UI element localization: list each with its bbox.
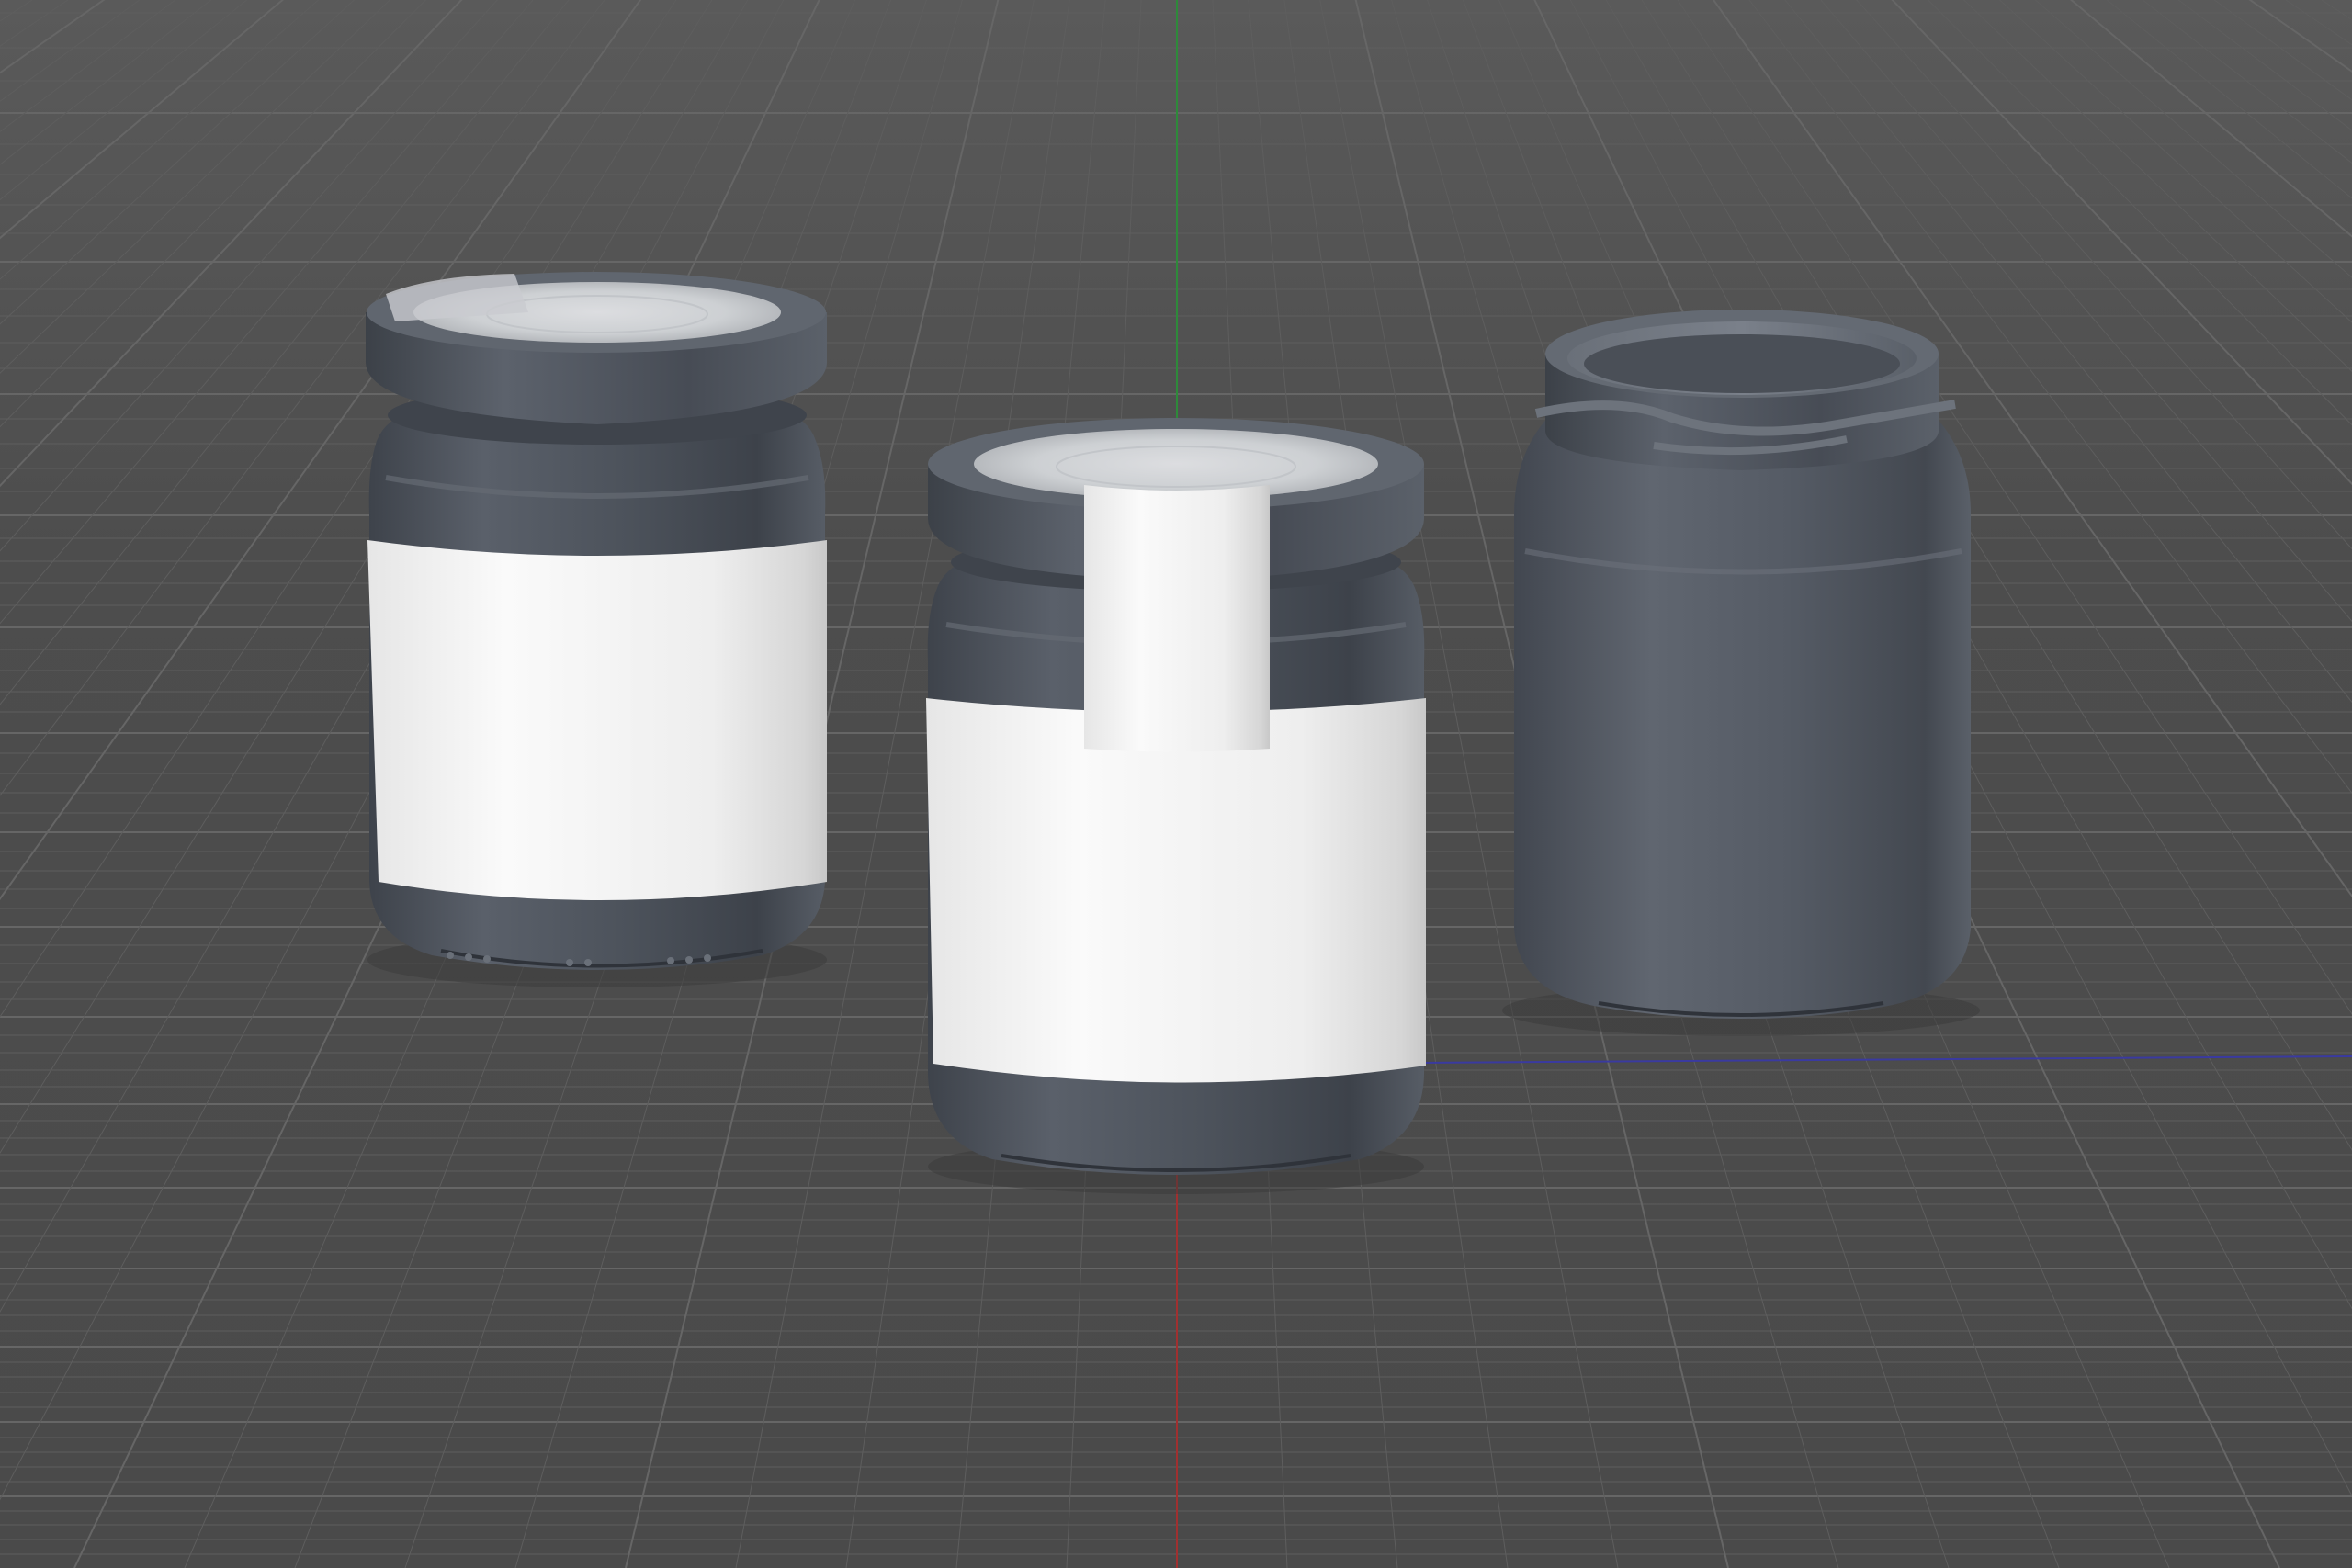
jar-label [926,698,1426,1083]
jar-open-no-label-right[interactable] [1502,310,1980,1036]
bottom-dot [584,959,592,966]
3d-viewport[interactable] [0,0,2352,1568]
bottom-dot [704,954,711,962]
bottom-dot [483,955,491,963]
jar-label [368,540,827,900]
bottom-dot [465,953,472,961]
lid-top [974,429,1378,499]
jar-body [1514,400,1971,1019]
bottom-dot [685,956,693,964]
bottom-dot [667,957,674,964]
bottom-dot [447,952,454,959]
bottom-dot [566,959,573,966]
viewport-scene [0,0,2352,1568]
jar-with-lid-label-seal-center[interactable] [926,418,1426,1194]
jar-with-lid-label-left[interactable] [366,272,827,987]
jar-mouth-opening [1584,334,1900,393]
seal-strip [1084,485,1270,752]
